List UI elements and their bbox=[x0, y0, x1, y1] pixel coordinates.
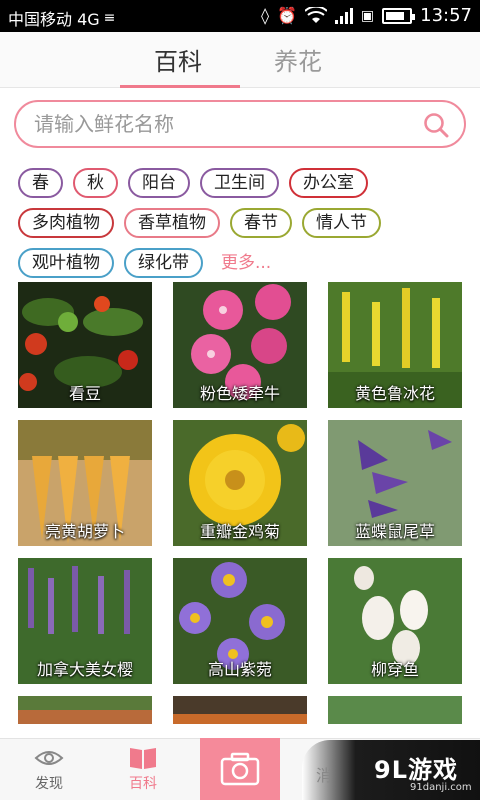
watermark-url: 91danji.com bbox=[410, 782, 472, 793]
tag-chip[interactable]: 办公室 bbox=[289, 168, 368, 198]
plant-name: 亮黄胡萝卜 bbox=[44, 522, 125, 541]
plant-photo bbox=[173, 696, 307, 724]
plant-card[interactable]: 柳穿鱼 bbox=[328, 558, 462, 684]
nav-label: 百科 bbox=[129, 776, 157, 792]
tag-chip[interactable]: 多肉植物 bbox=[18, 208, 114, 238]
tab-indicator bbox=[120, 85, 240, 88]
plant-card[interactable]: 蓝蝶鼠尾草 bbox=[328, 420, 462, 546]
sim-icon: ▣ bbox=[360, 7, 375, 24]
search-input[interactable] bbox=[34, 110, 414, 138]
camera-icon bbox=[220, 752, 260, 786]
plant-card[interactable]: 粉色矮牵牛 bbox=[173, 282, 307, 408]
tag-chip[interactable]: 春节 bbox=[230, 208, 292, 238]
plant-card[interactable]: 高山紫菀 bbox=[173, 558, 307, 684]
tag-chip[interactable]: 观叶植物 bbox=[18, 248, 114, 278]
menu-lines-icon: ≡ bbox=[103, 10, 116, 26]
plant-card-partial[interactable] bbox=[328, 696, 462, 724]
plant-name: 蓝蝶鼠尾草 bbox=[354, 522, 435, 541]
plant-name: 柳穿鱼 bbox=[370, 660, 419, 679]
tag-chip[interactable]: 阳台 bbox=[128, 168, 190, 198]
signal-icon bbox=[334, 7, 353, 24]
plant-name: 高山紫菀 bbox=[207, 660, 272, 679]
watermark-logo: 消 9L游戏 91danji.com bbox=[302, 740, 480, 800]
tag-chip[interactable]: 秋 bbox=[73, 168, 118, 198]
tag-chip[interactable]: 春 bbox=[18, 168, 63, 198]
more-tags-link[interactable]: 更多... bbox=[213, 248, 279, 278]
tag-chip[interactable]: 情人节 bbox=[302, 208, 381, 238]
plant-grid: 看豆 粉色矮牵牛 黄色鲁冰花 亮黄胡萝卜 重瓣金鸡菊 蓝蝶鼠尾草 加拿大美女樱 … bbox=[0, 282, 480, 724]
tab-bar: 百科 养花 bbox=[0, 32, 480, 88]
search-box bbox=[14, 100, 466, 148]
plant-name: 重瓣金鸡菊 bbox=[199, 522, 280, 541]
plant-card[interactable]: 看豆 bbox=[18, 282, 152, 408]
eye-icon bbox=[34, 751, 64, 765]
plant-photo bbox=[18, 696, 152, 724]
plant-card-partial[interactable] bbox=[18, 696, 152, 724]
carrier-text: 中国移动 4G bbox=[8, 10, 100, 29]
plant-name: 看豆 bbox=[68, 384, 101, 403]
alarm-icon: ⏰ bbox=[276, 6, 297, 25]
wifi-icon bbox=[304, 6, 327, 23]
tag-chip[interactable]: 卫生间 bbox=[200, 168, 279, 198]
plant-card-partial[interactable] bbox=[173, 696, 307, 724]
tab-yanghua[interactable]: 养花 bbox=[274, 42, 322, 77]
status-bar: 中国移动 4G ≡ ◊ ⏰ ▣ 13:57 bbox=[0, 0, 480, 32]
camera-button[interactable] bbox=[200, 738, 280, 800]
nav-message-partial[interactable]: 消 bbox=[316, 762, 332, 786]
watermark-text: 9L游戏 bbox=[374, 756, 458, 784]
plant-card[interactable]: 亮黄胡萝卜 bbox=[18, 420, 152, 546]
battery-icon bbox=[382, 7, 416, 24]
book-icon bbox=[130, 748, 156, 769]
plant-card[interactable]: 重瓣金鸡菊 bbox=[173, 420, 307, 546]
tag-chip[interactable]: 香草植物 bbox=[124, 208, 220, 238]
plant-card[interactable]: 加拿大美女樱 bbox=[18, 558, 152, 684]
tag-chip[interactable]: 绿化带 bbox=[124, 248, 203, 278]
nav-baike[interactable]: 百科 bbox=[98, 739, 188, 800]
nav-label: 发现 bbox=[35, 776, 63, 792]
nav-discover[interactable]: 发现 bbox=[4, 739, 94, 800]
search-icon[interactable] bbox=[422, 111, 450, 139]
tab-baike[interactable]: 百科 bbox=[154, 42, 202, 77]
vibrate-icon: ◊ bbox=[261, 6, 269, 25]
plant-name: 黄色鲁冰花 bbox=[354, 384, 435, 403]
plant-photo bbox=[328, 696, 462, 724]
clock-text: 13:57 bbox=[420, 5, 472, 26]
plant-card[interactable]: 黄色鲁冰花 bbox=[328, 282, 462, 408]
plant-name: 加拿大美女樱 bbox=[36, 660, 133, 679]
plant-name: 粉色矮牵牛 bbox=[199, 384, 280, 403]
